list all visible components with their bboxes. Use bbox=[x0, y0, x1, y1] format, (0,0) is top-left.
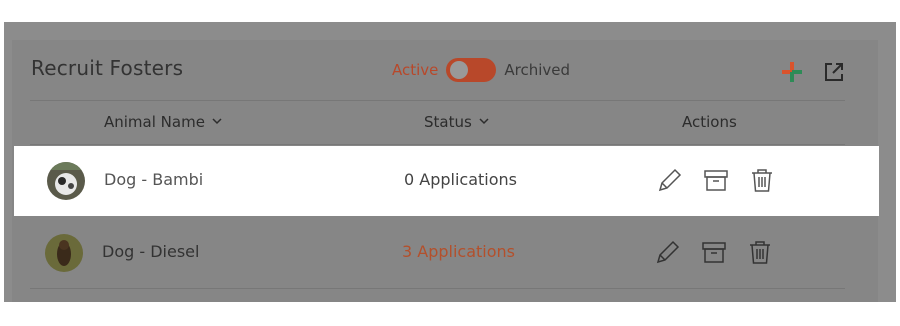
archive-icon[interactable] bbox=[702, 166, 730, 194]
row-divider bbox=[30, 288, 845, 289]
header-actions bbox=[780, 60, 846, 88]
chevron-down-icon bbox=[211, 113, 223, 131]
animal-name: Dog - Bambi bbox=[104, 170, 204, 189]
animal-name: Dog - Diesel bbox=[102, 242, 200, 261]
row-actions bbox=[656, 166, 776, 194]
archived-label: Archived bbox=[504, 61, 571, 79]
card-title: Recruit Fosters bbox=[31, 56, 184, 80]
header-divider bbox=[30, 100, 845, 101]
trash-icon[interactable] bbox=[746, 238, 774, 266]
trash-icon[interactable] bbox=[748, 166, 776, 194]
pencil-icon[interactable] bbox=[654, 238, 682, 266]
pencil-icon[interactable] bbox=[656, 166, 684, 194]
column-header-animal-name-label: Animal Name bbox=[104, 113, 205, 131]
external-link-icon[interactable] bbox=[822, 60, 846, 88]
column-header-animal-name[interactable]: Animal Name bbox=[104, 113, 223, 131]
application-status[interactable]: 3 Applications bbox=[402, 242, 515, 261]
plus-icon[interactable] bbox=[780, 60, 804, 88]
column-header-actions-label: Actions bbox=[682, 113, 737, 131]
row-actions bbox=[654, 238, 774, 266]
active-archived-toggle-group: Active Archived bbox=[392, 58, 570, 82]
chevron-down-icon bbox=[478, 113, 490, 131]
column-header-status-label: Status bbox=[424, 113, 472, 131]
avatar bbox=[47, 162, 85, 200]
application-status: 0 Applications bbox=[404, 170, 517, 189]
table-row[interactable]: Dog - Bambi 0 Applications bbox=[14, 146, 879, 216]
table-row[interactable]: Dog - Diesel 3 Applications bbox=[12, 218, 878, 288]
column-header-actions: Actions bbox=[682, 113, 737, 131]
archive-icon[interactable] bbox=[700, 238, 728, 266]
active-label: Active bbox=[392, 61, 439, 79]
column-header-status[interactable]: Status bbox=[424, 113, 490, 131]
active-archived-switch[interactable] bbox=[446, 58, 497, 82]
column-header-divider bbox=[30, 144, 845, 145]
avatar bbox=[45, 234, 83, 272]
switch-knob bbox=[450, 61, 469, 79]
